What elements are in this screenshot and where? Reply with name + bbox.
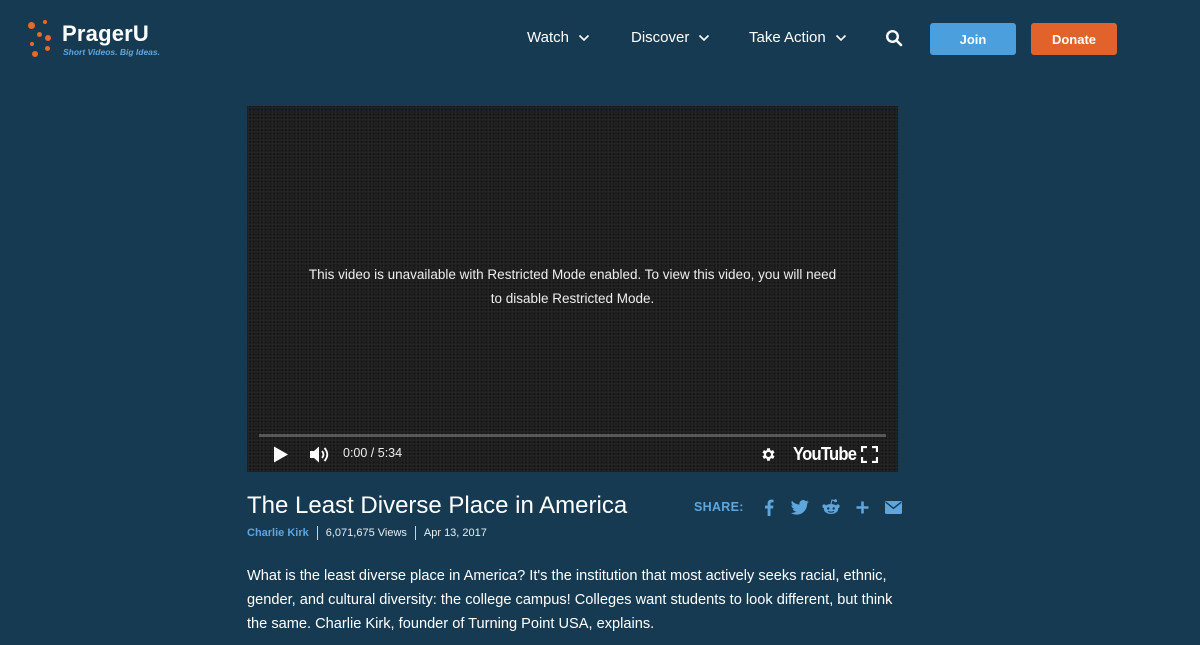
logo-dots-icon [28, 20, 52, 60]
join-button[interactable]: Join [930, 23, 1016, 55]
restricted-mode-message: This video is unavailable with Restricte… [308, 267, 837, 306]
plus-icon[interactable] [847, 496, 878, 518]
fullscreen-icon[interactable] [861, 446, 878, 463]
play-icon[interactable] [273, 446, 289, 463]
video-player[interactable]: This video is unavailable with Restricte… [247, 106, 898, 472]
nav-take-action[interactable]: Take Action [749, 29, 847, 46]
author-link[interactable]: Charlie Kirk [247, 527, 309, 539]
nav-discover[interactable]: Discover [631, 29, 710, 46]
logo-wordmark: PragerU [62, 21, 149, 46]
nav-watch[interactable]: Watch [527, 29, 590, 46]
twitter-icon[interactable] [785, 496, 816, 518]
chevron-down-icon [578, 34, 590, 41]
meta-divider [414, 526, 416, 540]
share-label: SHARE: [694, 500, 744, 514]
video-title: The Least Diverse Place in America [247, 492, 628, 519]
site-header: PragerU Short Videos. Big Ideas. Watch D… [0, 0, 1200, 78]
video-meta: Charlie Kirk 6,071,675 Views Apr 13, 201… [247, 526, 487, 540]
nav-watch-label: Watch [527, 29, 569, 46]
chevron-down-icon [699, 34, 710, 41]
view-count: 6,071,675 Views [325, 527, 407, 539]
search-icon[interactable] [885, 29, 903, 47]
meta-divider [316, 526, 318, 540]
video-description: What is the least diverse place in Ameri… [247, 568, 893, 632]
video-progress-bar[interactable] [259, 434, 886, 437]
email-icon[interactable] [878, 496, 909, 518]
donate-button[interactable]: Donate [1031, 23, 1117, 55]
publish-date: Apr 13, 2017 [423, 527, 487, 539]
reddit-icon[interactable] [816, 496, 847, 518]
facebook-icon[interactable] [754, 496, 785, 518]
nav-discover-label: Discover [631, 29, 690, 46]
video-time: 0:00 / 5:34 [343, 446, 403, 460]
volume-icon[interactable] [309, 445, 331, 464]
prageru-logo[interactable]: PragerU Short Videos. Big Ideas. [28, 20, 178, 60]
youtube-logo[interactable]: YouTube [793, 444, 857, 465]
logo-tagline: Short Videos. Big Ideas. [63, 47, 160, 57]
nav-take-action-label: Take Action [749, 29, 826, 46]
chevron-down-icon [835, 34, 846, 41]
settings-gear-icon[interactable] [760, 446, 777, 463]
share-bar: SHARE: [694, 496, 909, 518]
